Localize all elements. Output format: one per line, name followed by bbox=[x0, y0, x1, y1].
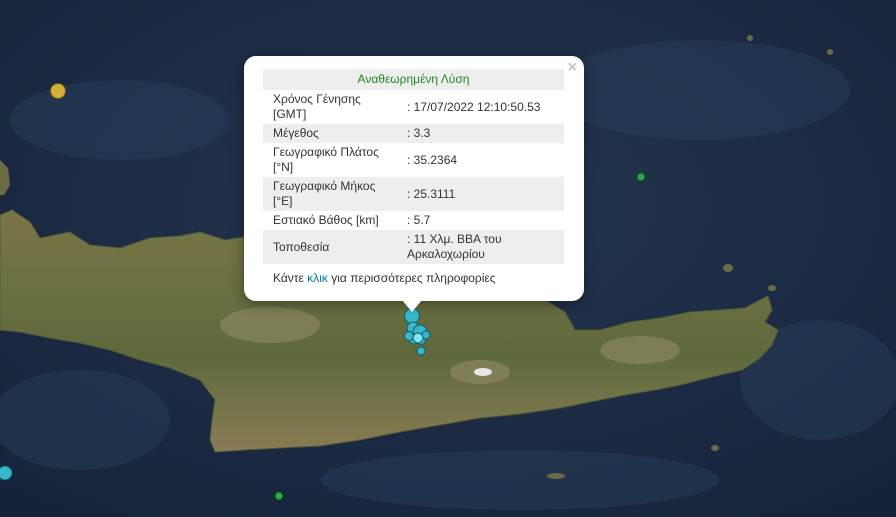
table-row: Χρόνος Γένησης [GMT] : 17/07/2022 12:10:… bbox=[263, 90, 564, 124]
row-value: : 3.3 bbox=[397, 124, 564, 143]
row-value: : 5.7 bbox=[407, 213, 431, 227]
earthquake-marker[interactable] bbox=[50, 83, 66, 99]
table-row: Μέγεθος : 3.3 bbox=[263, 124, 564, 143]
row-label: Γεωγραφικό Μήκος [°E] bbox=[263, 177, 397, 211]
snow-patch bbox=[474, 368, 492, 376]
earthquake-info-popup: × Αναθεωρημένη Λύση Χρόνος Γένησης [GMT]… bbox=[244, 56, 584, 301]
info-table: Αναθεωρημένη Λύση Χρόνος Γένησης [GMT] :… bbox=[263, 69, 564, 264]
row-label: Τοποθεσία bbox=[263, 230, 397, 264]
table-row: Γεωγραφικό Μήκος [°E] : 25.3111 bbox=[263, 177, 564, 211]
more-prefix: Κάντε bbox=[273, 271, 304, 285]
more-info-link[interactable]: κλικ bbox=[307, 271, 328, 285]
earthquake-marker[interactable] bbox=[636, 172, 646, 182]
row-label: Μέγεθος bbox=[263, 124, 397, 143]
row-label: Γεωγραφικό Πλάτος [°N] bbox=[273, 145, 379, 174]
table-row: Εστιακό Βάθος [km] : 5.7 bbox=[263, 211, 564, 230]
table-row: Τοποθεσία : 11 Χλμ. ΒΒΑ του Αρκαλοχωρίου bbox=[263, 230, 564, 264]
title-row: Αναθεωρημένη Λύση bbox=[263, 69, 564, 90]
more-info-text: Κάντε κλικ για περισσότερες πληροφορίες bbox=[273, 271, 496, 285]
row-value: : 35.2364 bbox=[407, 152, 458, 167]
more-suffix: για περισσότερες πληροφορίες bbox=[331, 271, 496, 285]
row-value: : 11 Χλμ. ΒΒΑ του Αρκαλοχωρίου bbox=[397, 230, 564, 264]
earthquake-marker[interactable] bbox=[0, 465, 13, 481]
row-value: : 25.3111 bbox=[397, 177, 564, 211]
row-label: Εστιακό Βάθος [km] bbox=[273, 213, 379, 227]
earthquake-marker[interactable] bbox=[274, 491, 284, 501]
row-value: : 17/07/2022 12:10:50.53 bbox=[407, 99, 541, 114]
table-row: Γεωγραφικό Πλάτος [°N] : 35.2364 bbox=[263, 143, 564, 177]
row-label: Χρόνος Γένησης [GMT] bbox=[273, 92, 361, 121]
popup-tip bbox=[402, 300, 422, 312]
close-button[interactable]: × bbox=[568, 59, 577, 77]
popup-title: Αναθεωρημένη Λύση bbox=[263, 69, 564, 90]
